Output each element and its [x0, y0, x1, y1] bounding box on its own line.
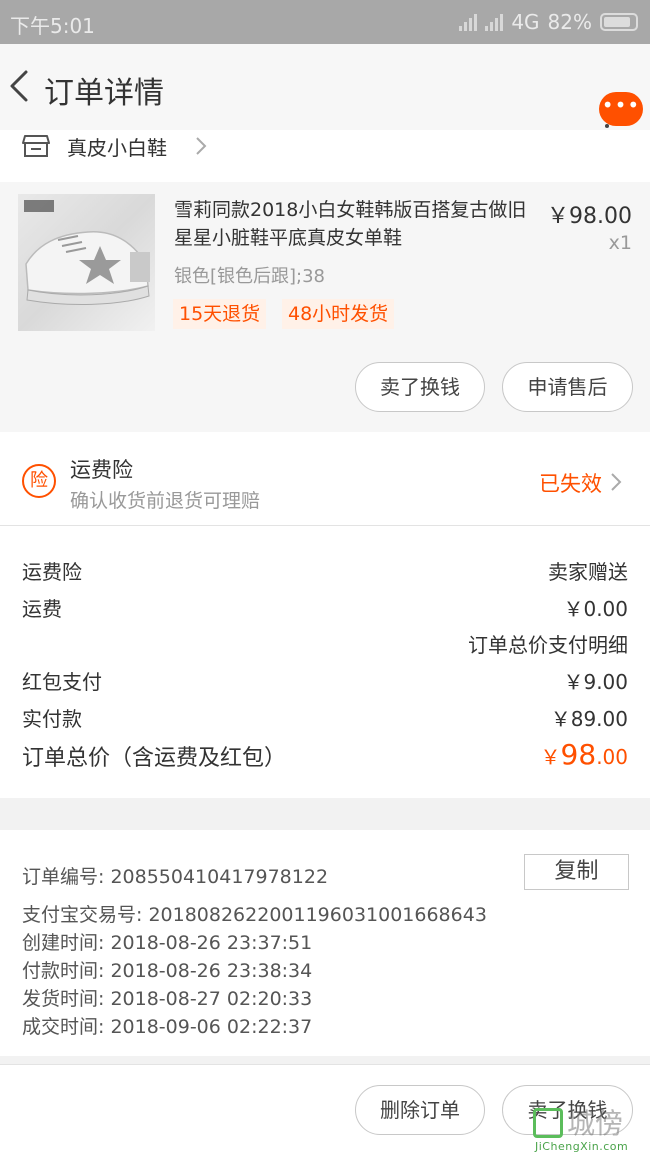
delete-order-button[interactable]: 删除订单: [355, 1085, 485, 1135]
paid-time: 付款时间: 2018-08-26 23:38:34: [22, 960, 313, 982]
closed-time: 成交时间: 2018-09-06 02:22:37: [22, 1016, 313, 1038]
page-title: 订单详情: [44, 76, 164, 111]
shipped-time: 发货时间: 2018-08-27 02:20:33: [22, 988, 313, 1010]
price-summary: 运费险 卖家赠送 运费 ￥0.00 订单总价支付明细 红包支付 ￥9.00 实付…: [0, 526, 650, 798]
copy-button[interactable]: 复制: [524, 854, 629, 890]
total-label: 订单总价（含运费及红包）: [22, 746, 287, 771]
total-decimal: .00: [596, 745, 628, 769]
alipay-number: 支付宝交易号: 2018082622001196031001668643: [22, 904, 487, 926]
watermark-logo-icon: [533, 1108, 563, 1138]
insurance-subtitle: 确认收货前退货可理赔: [70, 490, 261, 512]
sneaker-illustration: [24, 200, 150, 306]
product-card[interactable]: 雪莉同款2018小白女鞋韩版百搭复古做旧星星小脏鞋平底真皮女单鞋 银色[银色后跟…: [0, 182, 650, 432]
product-title[interactable]: 雪莉同款2018小白女鞋韩版百搭复古做旧星星小脏鞋平底真皮女单鞋: [174, 196, 534, 252]
status-time: 下午5:01: [10, 14, 95, 38]
total-value: ￥98.00: [541, 738, 628, 771]
status-right: 4G 82%: [459, 10, 638, 34]
created-time: 创建时间: 2018-08-26 23:37:51: [22, 932, 313, 954]
total-integer: 98: [560, 738, 597, 771]
watermark: 城傍 JiChengXin.com: [533, 1100, 650, 1155]
shipping-value: ￥0.00: [563, 597, 628, 621]
store-row[interactable]: 真皮小白鞋: [0, 130, 650, 182]
back-arrow-icon[interactable]: [6, 66, 36, 106]
network-label: 4G: [511, 10, 540, 34]
insurance-label: 运费险: [22, 560, 82, 584]
payment-detail-link[interactable]: 订单总价支付明细: [468, 629, 628, 658]
store-icon: [22, 135, 50, 157]
watermark-text: 城傍: [567, 1107, 624, 1140]
order-info: 订单编号: 208550410417978122 复制 支付宝交易号: 2018…: [0, 830, 650, 1056]
return-tag: 15天退货: [173, 299, 267, 329]
after-sale-button[interactable]: 申请售后: [502, 362, 633, 412]
red-packet-value: ￥9.00: [563, 670, 628, 694]
shipping-insurance-row[interactable]: 险 运费险 确认收货前退货可理赔 已失效: [0, 432, 650, 526]
message-badge[interactable]: •••: [599, 92, 643, 126]
product-image[interactable]: [18, 194, 155, 331]
insurance-value: 卖家赠送: [548, 560, 628, 584]
product-sku: 银色[银色后跟];38: [174, 266, 326, 287]
insurance-icon: 险: [22, 464, 56, 498]
insurance-title: 运费险: [70, 458, 133, 482]
product-quantity: x1: [608, 232, 632, 254]
shipping-label: 运费: [22, 597, 62, 621]
signal-icon-2: [485, 13, 504, 31]
insurance-status: 已失效: [539, 472, 602, 496]
battery-percent: 82%: [547, 10, 592, 34]
sell-button[interactable]: 卖了换钱: [355, 362, 485, 412]
status-bar: 下午5:01 4G 82%: [0, 0, 650, 44]
product-price: ￥98.00: [547, 204, 632, 229]
chevron-right-icon: [611, 473, 622, 491]
signal-icon: [459, 13, 478, 31]
store-name: 真皮小白鞋: [67, 136, 167, 160]
paid-value: ￥89.00: [550, 707, 628, 731]
paid-label: 实付款: [22, 707, 82, 731]
order-number: 订单编号: 208550410417978122: [22, 866, 329, 888]
nav-bar: 订单详情 •••: [0, 44, 650, 150]
battery-icon: [600, 13, 638, 31]
total-currency: ￥: [540, 745, 561, 769]
watermark-url: JiChengXin.com: [535, 1140, 629, 1153]
shipping-tag: 48小时发货: [282, 299, 395, 329]
red-packet-label: 红包支付: [22, 670, 102, 694]
chevron-right-icon: [196, 137, 207, 155]
